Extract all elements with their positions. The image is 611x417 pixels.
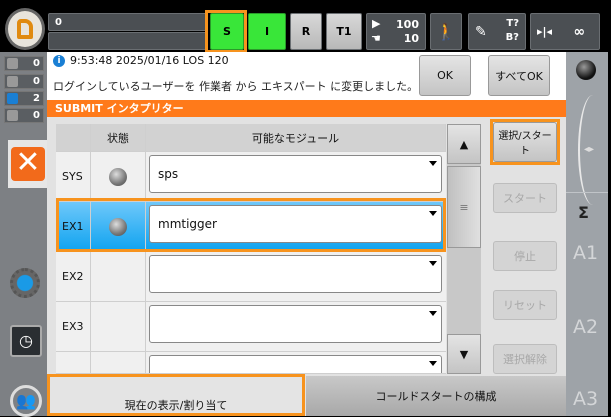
start-button[interactable]: スタート (493, 183, 557, 213)
warning-counter[interactable]: 0 (4, 74, 44, 89)
error-counter[interactable]: 0 (4, 56, 44, 71)
robot-logo-icon[interactable] (5, 8, 45, 50)
col-name (56, 124, 91, 151)
wait-counter[interactable]: 0 (4, 108, 44, 123)
axis-a3-label: A3 (573, 388, 599, 410)
sidebar-divider (566, 192, 608, 193)
table-row[interactable]: SYS sps (56, 152, 446, 202)
table-row[interactable]: EX2 (56, 252, 446, 302)
step-mode-button[interactable]: ▸|◂ ∞ (530, 13, 600, 50)
message-text: ログインしているユーザーを 作業者 から エキスパート に変更しました。 (53, 80, 419, 93)
col-module: 可能なモジュール (146, 124, 446, 151)
hand-icon: ☚ (371, 32, 381, 45)
table-row[interactable] (56, 352, 446, 374)
ok-all-button[interactable]: すべてOK (488, 55, 550, 96)
close-icon: ✕ (15, 145, 41, 180)
scroll-thumb[interactable]: ≡ (447, 166, 481, 248)
clock-icon[interactable]: ◷ (10, 325, 42, 357)
step-icon: ▸|◂ (537, 25, 553, 38)
module-dropdown[interactable] (149, 305, 442, 343)
tab-current-display[interactable]: 現在の表示/割り当て (47, 374, 305, 416)
jog-arc-icon[interactable]: ◂▸ (578, 95, 608, 205)
gear-icon[interactable] (10, 268, 40, 298)
selection-outline (56, 198, 446, 252)
warning-icon (7, 76, 18, 87)
info-counter[interactable]: 2 (4, 91, 44, 106)
wait-icon (7, 110, 18, 121)
tool-base-button[interactable]: ✎ T? B? (468, 13, 526, 50)
walker-icon: 🚶 (436, 22, 456, 41)
select-start-button[interactable]: 選択/スタート (493, 122, 557, 162)
status-led-icon (109, 167, 127, 186)
robot-status-button[interactable]: R (290, 13, 322, 50)
progress-bar-lower (48, 32, 208, 50)
scroll-up-button[interactable]: ▲ (447, 124, 481, 164)
table-header: 状態 可能なモジュール (56, 124, 446, 152)
globe-icon[interactable] (576, 60, 596, 80)
submit-status-button[interactable]: S (210, 13, 244, 50)
stop-button[interactable]: 停止 (493, 241, 557, 271)
info-icon: i (53, 55, 65, 67)
left-sidebar (0, 52, 47, 416)
override-button[interactable]: ▶ 100 ☚ 10 (366, 13, 426, 50)
module-dropdown[interactable] (149, 255, 442, 293)
col-status: 状態 (91, 124, 146, 151)
tool-icon: ✎ (475, 23, 487, 40)
module-dropdown[interactable] (149, 355, 442, 373)
walk-mode-button[interactable]: 🚶 (430, 13, 462, 50)
scroll-down-button[interactable]: ▼ (447, 334, 481, 374)
axis-a2-label: A2 (573, 316, 599, 338)
users-icon[interactable]: 👥 (10, 385, 42, 417)
tab-cold-start-config[interactable]: コールドスタートの構成 (306, 376, 566, 416)
module-dropdown[interactable]: sps (149, 155, 442, 193)
interpreter-status-button[interactable]: I (248, 13, 286, 50)
table-row[interactable]: EX3 (56, 302, 446, 352)
panel-title: SUBMIT インタプリター (47, 100, 566, 117)
play-icon: ▶ (372, 17, 381, 30)
reset-button[interactable]: リセット (493, 290, 557, 320)
deselect-button[interactable]: 選択解除 (493, 344, 557, 374)
mode-button[interactable]: T1 (326, 13, 362, 50)
coordinate-system-icon[interactable]: Σ (578, 203, 589, 222)
info-icon (7, 93, 18, 104)
message-header: 9:53:48 2025/01/16 LOS 120 (70, 54, 229, 67)
axis-a1-label: A1 (573, 242, 599, 264)
error-icon (7, 58, 18, 69)
progress-bar: 0 (48, 13, 208, 31)
ok-button[interactable]: OK (419, 55, 471, 96)
close-button[interactable]: ✕ (11, 147, 45, 181)
